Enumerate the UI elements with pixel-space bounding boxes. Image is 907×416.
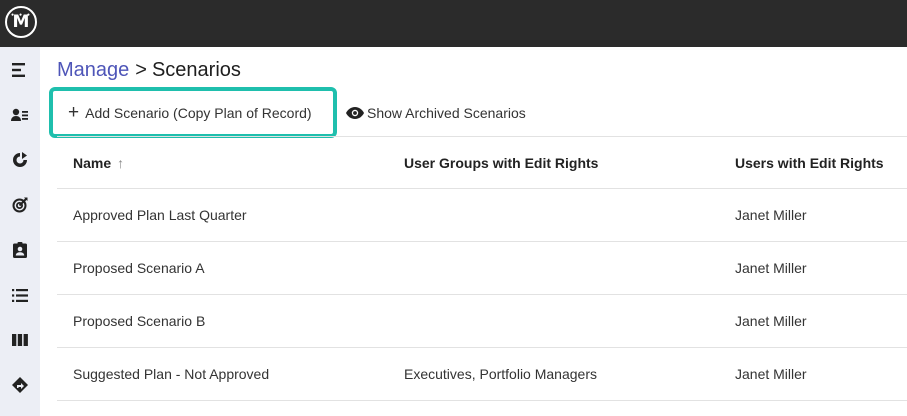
table-row[interactable]: Suggested Plan - Not Approved Executives… [57,348,907,401]
columns-icon [12,334,28,346]
users-cell: Janet Miller [735,207,807,223]
add-scenario-label: Add Scenario (Copy Plan of Record) [85,104,312,121]
page-title: Scenarios [151,59,241,81]
add-scenario-button[interactable]: + Add Scenario (Copy Plan of Record) [49,87,337,138]
table-row[interactable]: Proposed Scenario A Janet Miller [57,242,907,295]
sidebar [0,47,40,416]
table-header-row: Name ↑ User Groups with Edit Rights User… [57,136,907,189]
target-icon [12,197,28,213]
users-cell: Janet Miller [735,260,807,276]
users-cell: Janet Miller [735,366,807,382]
menu-lines-icon [12,63,25,77]
column-header-name-label: Name [73,155,112,171]
scenario-name-cell: Suggested Plan - Not Approved [73,366,270,382]
top-bar: • • • M [0,0,907,47]
scenario-name-cell: Approved Plan Last Quarter [73,207,247,223]
scenario-name-cell: Proposed Scenario B [73,313,206,329]
column-header-user-groups[interactable]: User Groups with Edit Rights [404,137,598,189]
users-cell: Janet Miller [735,313,807,329]
column-header-name[interactable]: Name ↑ [73,137,124,189]
table-row[interactable]: Proposed Scenario B Janet Miller [57,295,907,348]
contact-badge-icon [13,242,27,258]
sidebar-item-columns[interactable] [9,329,31,351]
sidebar-item-cycle[interactable] [9,149,31,171]
sidebar-item-list[interactable] [9,284,31,306]
sort-ascending-icon[interactable]: ↑ [117,155,124,171]
show-archived-label: Show Archived Scenarios [367,105,526,121]
directions-icon [12,377,28,393]
refresh-circle-icon [13,152,27,167]
scenario-name-cell: Proposed Scenario A [73,260,205,276]
breadcrumb-separator: > [135,59,147,81]
plus-icon: + [68,101,80,123]
sidebar-item-people[interactable] [9,104,31,126]
sidebar-item-contacts[interactable] [9,239,31,261]
bullet-list-icon [12,288,28,302]
person-list-icon [11,108,28,121]
sidebar-item-menu[interactable] [9,59,31,81]
app-logo[interactable]: • • • M [5,6,37,38]
sidebar-item-directions[interactable] [9,374,31,396]
breadcrumb-manage-link[interactable]: Manage [57,59,129,81]
breadcrumb: Manage > Scenarios [57,58,241,82]
column-header-users[interactable]: Users with Edit Rights [735,137,884,189]
table-row[interactable]: Approved Plan Last Quarter Janet Miller [57,189,907,242]
eye-icon [346,107,364,119]
show-archived-button[interactable]: Show Archived Scenarios [346,103,526,123]
sidebar-item-goals[interactable] [9,194,31,216]
scenarios-table: Name ↑ User Groups with Edit Rights User… [57,136,907,401]
logo-dots: • • • [10,12,32,19]
user-groups-cell: Executives, Portfolio Managers [404,366,597,382]
main-content: Manage > Scenarios + Add Scenario (Copy Pl… [40,47,907,416]
